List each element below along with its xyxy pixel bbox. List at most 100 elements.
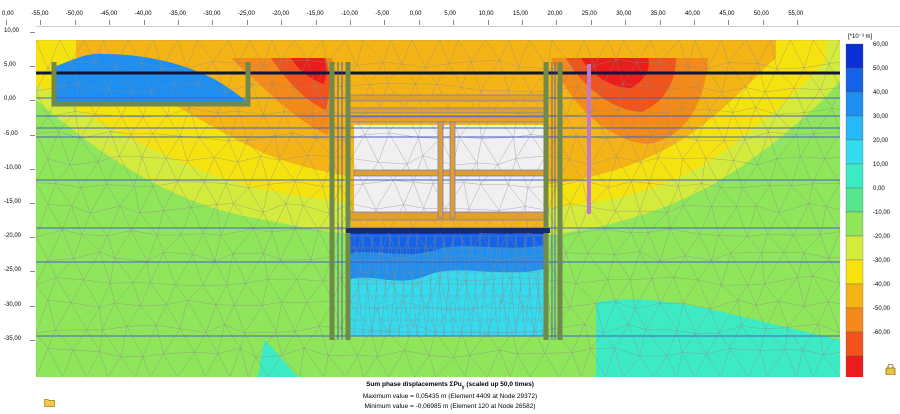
- caption-max-value: Maximum value = 0,05435 m (Element 4409 …: [362, 393, 538, 401]
- y-tick-mark: [30, 66, 35, 68]
- y-tick-label: 0,00: [4, 96, 16, 103]
- caption-min-value: Minimum value = -0,06985 m (Element 120 …: [364, 403, 536, 411]
- legend-unit: [*10⁻³ m]: [848, 34, 873, 40]
- x-tick-label: -15,00: [306, 11, 324, 17]
- legend-tick-label: 40,00: [873, 90, 889, 96]
- legend-tick-label: 60,00: [873, 42, 889, 48]
- y-tick-label: 10,00: [4, 28, 20, 34]
- y-axis-ruler: 10,00 5,00 0,00 -5,00 -10,00 -15,00 -20,00 -25,…: [0, 26, 36, 378]
- plot-caption: Sum phase displacements ΣPuy (scaled up …: [0, 380, 900, 414]
- legend-color-band: [845, 307, 864, 333]
- legend-color-band: [845, 331, 864, 357]
- x-tick-label: -55,00: [31, 11, 49, 17]
- caption-title-text: Sum phase displacements ΣPu: [366, 381, 462, 388]
- legend-tick-label: -40,00: [873, 282, 891, 288]
- x-tick-label: 45,00: [719, 11, 735, 17]
- x-tick-label: -50,00: [65, 11, 83, 17]
- legend-color-band: [845, 43, 864, 69]
- y-tick-mark: [30, 203, 35, 204]
- anchor-pile: [587, 64, 591, 214]
- lock-icon[interactable]: [885, 363, 896, 376]
- x-tick-mark: [487, 20, 489, 25]
- x-tick-label: 5,00: [444, 11, 456, 17]
- x-tick-label: -20,00: [272, 11, 290, 17]
- x-tick-mark: [384, 20, 386, 25]
- x-tick-label: 50,00: [753, 11, 769, 17]
- y-tick-mark: [30, 339, 35, 341]
- x-tick-label: 20,00: [547, 11, 563, 17]
- legend-color-band: [845, 139, 864, 165]
- x-tick-mark: [246, 20, 248, 25]
- x-tick-label: 30,00: [616, 11, 632, 17]
- folder-icon[interactable]: [44, 398, 55, 407]
- legend-tick-label: 30,00: [873, 114, 889, 120]
- x-tick-mark: [590, 20, 592, 25]
- x-tick-mark: [522, 20, 523, 25]
- y-tick-mark: [30, 237, 35, 239]
- legend-tick-label: -60,00: [873, 330, 891, 336]
- legend-tick-label: -50,00: [873, 306, 891, 312]
- x-tick-label: 25,00: [581, 11, 597, 17]
- y-tick-mark: [30, 271, 35, 273]
- caption-title-suffix: (scaled up 50,0 times): [464, 381, 534, 388]
- y-tick-label: -30,00: [4, 301, 22, 308]
- legend-tick-label: 20,00: [873, 138, 889, 144]
- legend-color-band: [845, 283, 864, 309]
- y-tick-mark: [30, 100, 35, 102]
- x-tick-mark: [694, 20, 695, 25]
- excavation-bottom-slab: [346, 228, 550, 233]
- y-tick-label: -15,00: [4, 199, 22, 205]
- x-tick-mark: [109, 20, 111, 25]
- x-tick-label: -35,00: [169, 11, 187, 17]
- x-tick-mark: [178, 20, 179, 25]
- legend-tick-label: -20,00: [873, 234, 891, 240]
- legend-tick-label: 50,00: [873, 66, 889, 72]
- x-tick-label: -45,00: [100, 11, 118, 17]
- x-tick-label: -10,00: [341, 11, 359, 17]
- y-tick-mark: [30, 305, 35, 307]
- x-tick-label: 10,00: [478, 11, 494, 17]
- x-tick-mark: [212, 20, 214, 25]
- legend-color-band: [845, 115, 864, 141]
- y-tick-label: -25,00: [4, 267, 22, 274]
- legend-color-band: [845, 259, 864, 285]
- x-tick-mark: [315, 20, 317, 25]
- y-tick-label: -20,00: [4, 233, 22, 240]
- x-tick-mark: [40, 20, 42, 25]
- x-tick-mark: [762, 20, 764, 25]
- x-tick-mark: [143, 20, 145, 25]
- y-tick-mark: [30, 32, 35, 33]
- x-tick-mark: [659, 20, 661, 25]
- x-tick-label: 55,00: [788, 11, 804, 17]
- x-tick-label: -40,00: [134, 11, 152, 17]
- x-tick-mark: [625, 20, 627, 25]
- x-tick-label: -30,00: [203, 11, 221, 17]
- x-tick-mark: [6, 20, 7, 25]
- legend-color-band: [845, 235, 864, 261]
- y-tick-label: -35,00: [4, 335, 22, 342]
- x-tick-label: -25,00: [237, 11, 255, 17]
- legend-color-band: [845, 355, 864, 377]
- x-tick-mark: [453, 20, 455, 25]
- x-tick-label: 35,00: [650, 11, 666, 17]
- y-tick-label: -5,00: [4, 130, 18, 137]
- legend-tick-label: -30,00: [873, 258, 891, 264]
- legend-color-band: [845, 163, 864, 189]
- legend-tick-label: -10,00: [873, 210, 891, 216]
- legend-tick-label: 10,00: [873, 162, 889, 168]
- x-tick-mark: [418, 20, 420, 25]
- x-tick-label: 0,00: [2, 11, 14, 17]
- x-tick-label: 15,00: [513, 11, 529, 17]
- displacement-contour-plot: [36, 40, 840, 377]
- legend-color-band: [845, 67, 864, 93]
- x-tick-label: -5,00: [375, 11, 390, 17]
- x-tick-label: 0,00: [409, 11, 422, 17]
- legend-color-band: [845, 91, 864, 117]
- x-axis-ruler: 0,00 -55,00 -50,00 -45,00 -40,00 -35,00 -30,00…: [0, 0, 900, 27]
- y-tick-label: -10,00: [4, 164, 22, 171]
- x-tick-label: 40,00: [685, 11, 701, 17]
- legend-color-band: [845, 187, 864, 213]
- y-tick-mark: [30, 168, 35, 170]
- legend-color-band: [845, 211, 864, 237]
- legend-tick-label: 0,00: [873, 186, 885, 192]
